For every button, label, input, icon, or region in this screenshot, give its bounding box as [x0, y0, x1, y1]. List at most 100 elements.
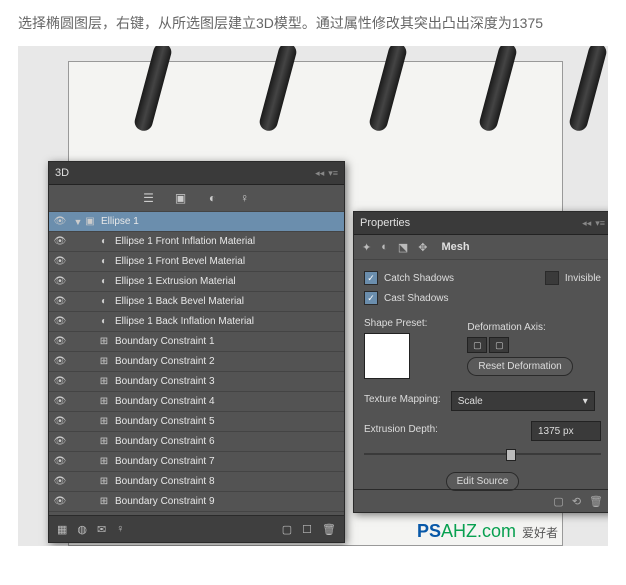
reset-deformation-button[interactable]: Reset Deformation	[467, 357, 572, 376]
properties-mode-bar: ✦ ◐ ⬔ ✥ Mesh	[354, 235, 608, 260]
visibility-icon[interactable]: 👁	[53, 495, 67, 509]
panel-3d-filter-toolbar: ☰ ▣ ◐ ♀	[49, 185, 344, 212]
tool-icon[interactable]: ◍	[77, 523, 87, 536]
visibility-icon[interactable]: 👁	[53, 435, 67, 449]
new-icon[interactable]: ☐	[302, 523, 312, 536]
list-item[interactable]: 👁⊞Boundary Constraint 2	[49, 352, 344, 372]
item-type-icon: ⊞	[97, 496, 111, 508]
panel-title[interactable]: 3D	[55, 167, 69, 179]
visibility-icon[interactable]: 👁	[53, 255, 67, 269]
visibility-icon[interactable]: 👁	[53, 475, 67, 489]
render-object	[258, 46, 299, 133]
item-type-icon: ◐	[97, 296, 111, 308]
visibility-icon[interactable]: 👁	[53, 415, 67, 429]
item-label: Ellipse 1 Front Bevel Material	[115, 256, 245, 267]
list-item[interactable]: 👁 ◐ Ellipse 1 Back Bevel Material	[49, 292, 344, 312]
item-label: Ellipse 1 Back Bevel Material	[115, 296, 244, 307]
invisible-label: Invisible	[565, 273, 601, 284]
menu-icon[interactable]: ▾≡	[595, 218, 605, 229]
collapse-icon[interactable]: ◂◂	[315, 168, 324, 179]
list-item[interactable]: 👁⊞Boundary Constraint 6	[49, 432, 344, 452]
item-label: Boundary Constraint 3	[115, 376, 215, 387]
list-item[interactable]: 👁 ◐ Ellipse 1 Extrusion Material	[49, 272, 344, 292]
visibility-icon[interactable]: 👁	[53, 335, 67, 349]
list-item[interactable]: 👁 ⊞ Boundary Constraint 7	[49, 452, 344, 472]
list-item[interactable]: 👁◐Ellipse 1 Front Inflation Material	[49, 232, 344, 252]
item-label: Boundary Constraint 9	[115, 496, 215, 507]
item-label: Boundary Constraint 5	[115, 416, 215, 427]
item-label: Ellipse 1	[101, 216, 139, 227]
item-type-icon: ⊞	[97, 456, 111, 468]
filter-light-icon[interactable]: ♀	[238, 191, 252, 205]
catch-shadows-checkbox[interactable]: ✓	[364, 271, 378, 285]
scene-list[interactable]: 👁▼▣Ellipse 1👁◐Ellipse 1 Front Inflation …	[49, 212, 344, 512]
item-type-icon: ◐	[97, 276, 111, 288]
item-type-icon: ⊞	[97, 376, 111, 388]
coord-mode-icon[interactable]: ✥	[418, 241, 427, 254]
panel-title[interactable]: Properties	[360, 217, 410, 229]
trash-icon[interactable]: 🗑	[589, 495, 603, 508]
list-item[interactable]: 👁 ⊞ Boundary Constraint 9	[49, 492, 344, 512]
list-item[interactable]: 👁▼▣Ellipse 1	[49, 212, 344, 232]
visibility-icon[interactable]: 👁	[53, 355, 67, 369]
list-item[interactable]: 👁 ⊞ Boundary Constraint 5	[49, 412, 344, 432]
filter-mesh-icon[interactable]: ▣	[174, 191, 188, 205]
item-label: Ellipse 1 Front Inflation Material	[115, 236, 255, 247]
render-icon[interactable]: ▢	[282, 523, 292, 536]
panel-3d-bottom-toolbar: ▦ ◍ ✉ ♀ ▢ ☐ 🗑	[49, 515, 344, 542]
properties-body: ✓ Catch Shadows Invisible ✓ Cast Shadows…	[354, 260, 608, 495]
item-label: Boundary Constraint 8	[115, 476, 215, 487]
shape-preset-picker[interactable]	[364, 333, 410, 379]
extrusion-depth-input[interactable]: 1375 px	[531, 421, 601, 441]
render-object	[368, 46, 409, 133]
visibility-icon[interactable]: 👁	[53, 375, 67, 389]
item-type-icon: ⊞	[97, 356, 111, 368]
panel-properties: Properties ◂◂ ▾≡ ✦ ◐ ⬔ ✥ Mesh ✓ Catch Sha…	[353, 211, 608, 513]
render-object	[133, 46, 174, 133]
menu-icon[interactable]: ▾≡	[328, 168, 338, 179]
item-label: Ellipse 1 Back Inflation Material	[115, 316, 254, 327]
visibility-icon[interactable]: 👁	[53, 455, 67, 469]
trash-icon[interactable]: 🗑	[322, 523, 336, 536]
tool-icon[interactable]: ♀	[116, 523, 124, 535]
deform-mode-icon[interactable]: ◐	[381, 241, 388, 253]
item-type-icon: ⊞	[97, 436, 111, 448]
item-type-icon: ⊞	[97, 416, 111, 428]
list-item[interactable]: 👁⊞Boundary Constraint 4	[49, 392, 344, 412]
tool-icon[interactable]: ✉	[97, 523, 106, 536]
visibility-icon[interactable]: 👁	[53, 295, 67, 309]
list-item[interactable]: 👁◐Ellipse 1 Back Inflation Material	[49, 312, 344, 332]
texture-mapping-select[interactable]: Scale▾	[451, 391, 595, 411]
list-item[interactable]: 👁 ⊞ Boundary Constraint 3	[49, 372, 344, 392]
item-label: Boundary Constraint 1	[115, 336, 215, 347]
item-type-icon: ◐	[97, 256, 111, 268]
item-type-icon: ⊞	[97, 396, 111, 408]
item-label: Boundary Constraint 7	[115, 456, 215, 467]
render-icon[interactable]: ▢	[553, 495, 563, 508]
filter-material-icon[interactable]: ◐	[206, 191, 220, 205]
filter-scene-icon[interactable]: ☰	[142, 191, 156, 205]
item-label: Ellipse 1 Extrusion Material	[115, 276, 236, 287]
mesh-mode-icon[interactable]: ✦	[362, 241, 371, 254]
cast-shadows-label: Cast Shadows	[384, 293, 448, 304]
twisty-icon[interactable]: ▼	[73, 217, 83, 227]
collapse-icon[interactable]: ◂◂	[582, 218, 591, 229]
cast-shadows-checkbox[interactable]: ✓	[364, 291, 378, 305]
invisible-checkbox[interactable]	[545, 271, 559, 285]
list-item[interactable]: 👁⊞Boundary Constraint 1	[49, 332, 344, 352]
list-item[interactable]: 👁 ◐ Ellipse 1 Front Bevel Material	[49, 252, 344, 272]
reset-icon[interactable]: ⟲	[572, 495, 581, 508]
tool-icon[interactable]: ▦	[57, 523, 67, 536]
visibility-icon[interactable]: 👁	[53, 275, 67, 289]
deformation-axis-buttons[interactable]: ▢▢	[467, 337, 572, 353]
item-type-icon: ⊞	[97, 476, 111, 488]
list-item[interactable]: 👁 ⊞ Boundary Constraint 8	[49, 472, 344, 492]
panel-tab-bar: 3D ◂◂ ▾≡	[49, 162, 344, 185]
panel-3d: 3D ◂◂▾≡ ☰ ▣ ◐ ♀ 👁▼▣Ellipse 1👁◐Ellipse 1 …	[48, 161, 345, 543]
visibility-icon[interactable]: 👁	[53, 215, 67, 229]
visibility-icon[interactable]: 👁	[53, 315, 67, 329]
visibility-icon[interactable]: 👁	[53, 395, 67, 409]
cap-mode-icon[interactable]: ⬔	[398, 241, 408, 254]
extrusion-depth-slider[interactable]	[364, 447, 601, 461]
visibility-icon[interactable]: 👁	[53, 235, 67, 249]
